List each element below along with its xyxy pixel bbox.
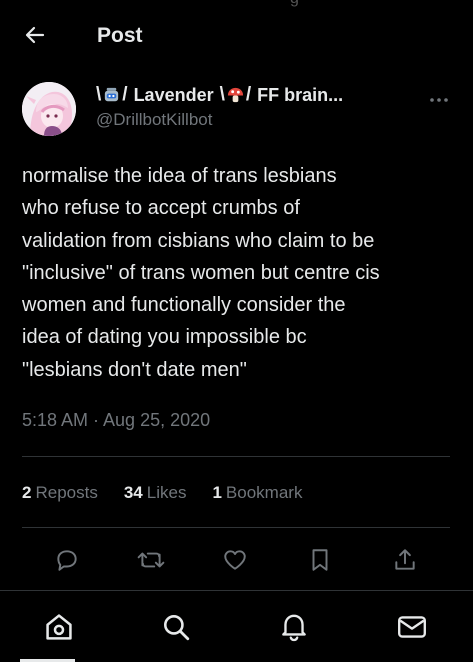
bell-icon — [282, 614, 306, 642]
bottom-navigation — [0, 590, 473, 662]
post-stats: 2 Reposts 34 Likes 1 Bookmark — [22, 483, 328, 503]
display-name-row[interactable]: \ / Lavender \ / FF brain... — [96, 82, 343, 108]
nav-search[interactable] — [158, 609, 194, 645]
search-icon — [164, 615, 190, 641]
more-button[interactable] — [429, 86, 449, 109]
nav-messages[interactable] — [394, 609, 430, 645]
likes-stat[interactable]: 34 Likes — [124, 483, 187, 503]
robot-icon — [105, 87, 119, 101]
post-timestamp[interactable]: 5:18 AM · Aug 25, 2020 — [22, 410, 210, 431]
user-handle[interactable]: @DrillbotKillbot — [96, 110, 212, 130]
repost-button[interactable] — [134, 543, 168, 577]
reposts-label: Reposts — [35, 483, 98, 502]
reposts-stat[interactable]: 2 Reposts — [22, 483, 98, 503]
bookmark-button[interactable] — [303, 543, 337, 577]
mushroom-emoticon: \ / — [220, 84, 252, 106]
likes-count: 34 — [123, 483, 143, 502]
display-name-tail: FF brain... — [257, 84, 344, 105]
top-bar: g Post — [0, 0, 473, 70]
heart-icon — [224, 550, 246, 570]
like-button[interactable] — [218, 543, 252, 577]
display-name: Lavender — [133, 84, 214, 105]
share-button[interactable] — [388, 543, 422, 577]
more-icon — [430, 98, 448, 102]
avatar[interactable] — [22, 82, 76, 136]
scrolled-text-fragment: g — [290, 0, 299, 8]
nav-notifications[interactable] — [276, 609, 312, 645]
avatar-illustration — [22, 82, 76, 136]
back-button[interactable] — [22, 22, 48, 48]
arrow-left-icon — [25, 26, 45, 44]
post-text: normalise the idea of trans lesbians who… — [22, 165, 380, 381]
share-icon — [395, 549, 415, 570]
nav-home[interactable] — [41, 609, 77, 645]
robot-emoticon: \ / — [96, 84, 128, 106]
reposts-count: 2 — [22, 483, 32, 502]
emoticon-right: / — [122, 84, 128, 105]
divider — [22, 527, 450, 528]
bookmarks-stat[interactable]: 1 Bookmark — [212, 483, 302, 503]
page-title: Post — [97, 24, 143, 47]
mushroom-icon — [227, 87, 243, 102]
emoticon-left: \ — [219, 84, 225, 105]
home-icon — [46, 614, 72, 640]
bookmarks-count: 1 — [212, 483, 222, 502]
reply-icon — [57, 550, 77, 571]
mail-icon — [398, 616, 426, 638]
post-author: \ / Lavender \ / FF brain... @DrillbotKi… — [22, 82, 452, 138]
reply-button[interactable] — [50, 543, 84, 577]
divider — [22, 456, 450, 457]
likes-label: Likes — [146, 483, 187, 502]
bookmark-icon — [312, 549, 328, 571]
post-actions — [22, 543, 452, 579]
bookmarks-label: Bookmark — [225, 483, 303, 502]
emoticon-right: / — [245, 84, 252, 105]
emoticon-left: \ — [96, 84, 102, 105]
repost-icon — [137, 552, 165, 568]
